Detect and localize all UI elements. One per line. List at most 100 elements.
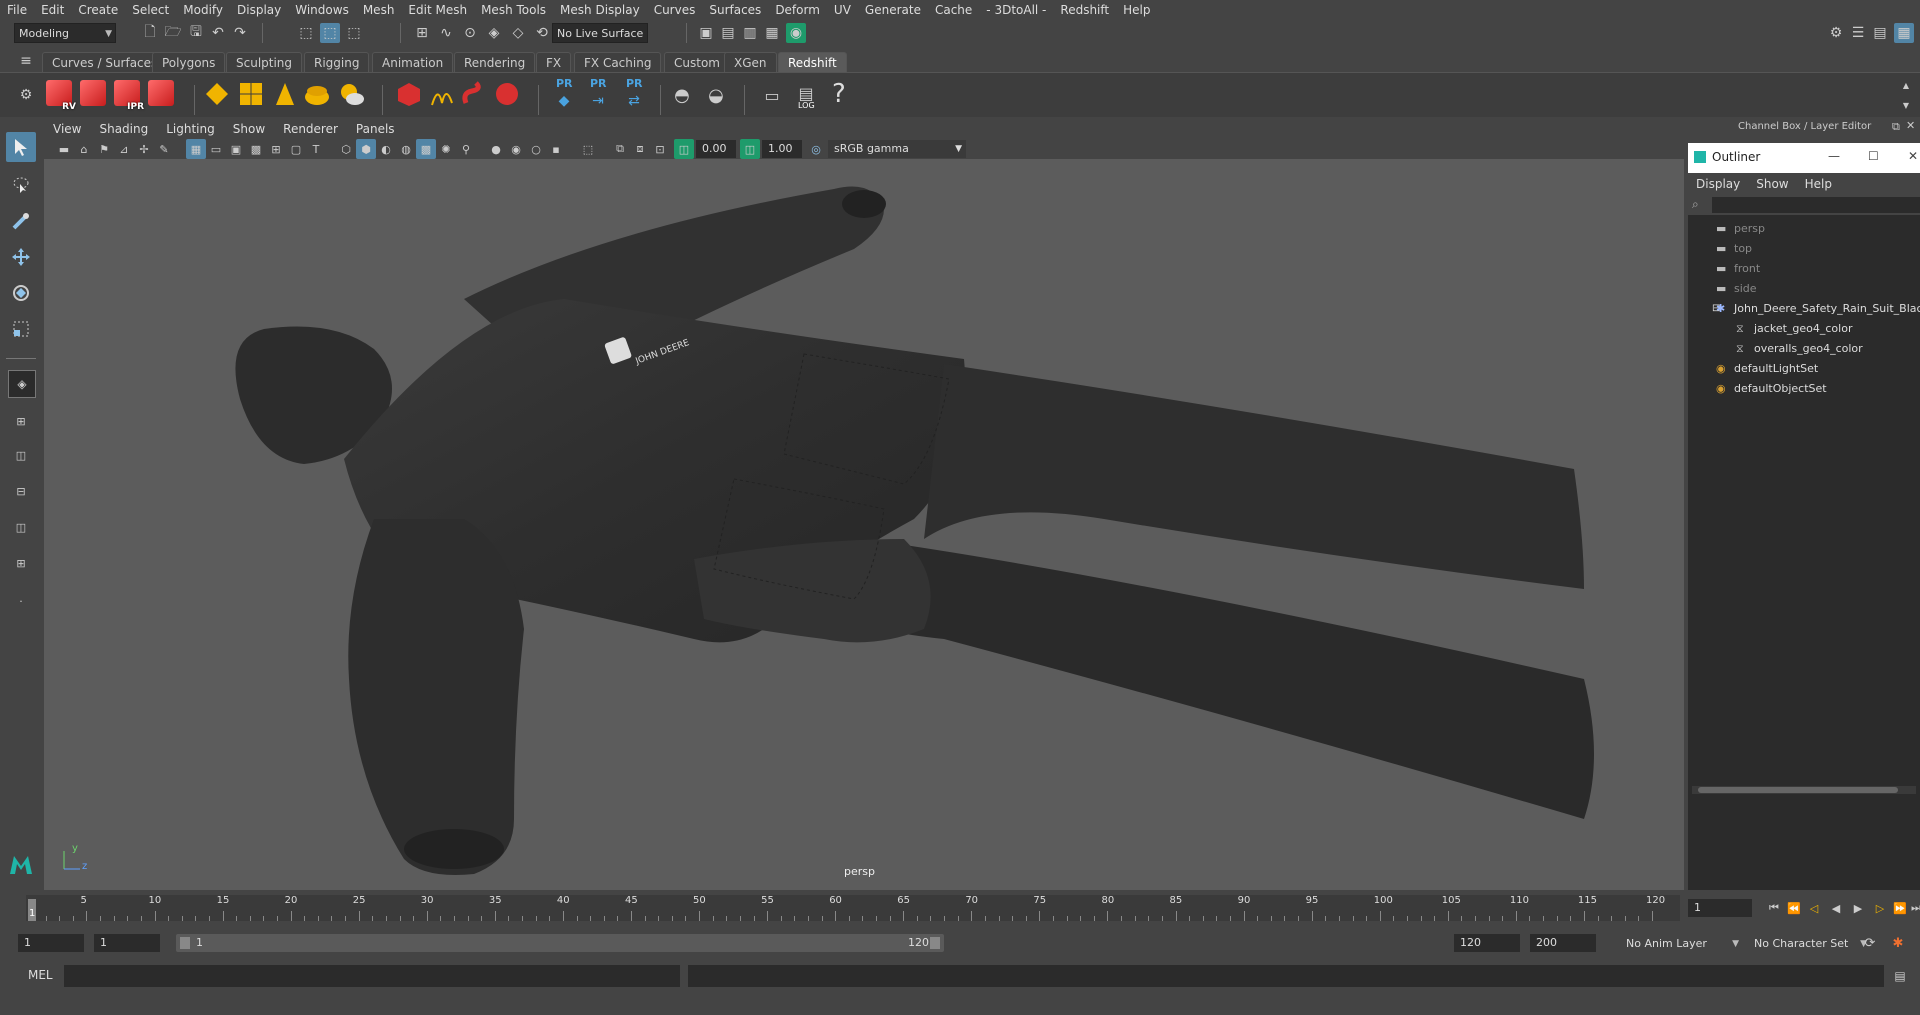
time-slider[interactable]: 5 10 15 20 25 30 35 40 45 50 55 60 65 70 75 80 85 90 95 100… — [0, 893, 1920, 923]
field-chart-icon[interactable]: ⊞ — [266, 139, 286, 159]
textured-icon[interactable]: ◍ — [396, 139, 416, 159]
image-plane-icon[interactable]: ⊿ — [114, 139, 134, 159]
step-back-key-icon[interactable]: ⏪ — [1784, 898, 1804, 918]
range-start-handle[interactable] — [180, 937, 190, 949]
outliner-item[interactable]: ▬ front — [1688, 259, 1920, 279]
scroll-down-icon[interactable]: ▼ — [1896, 95, 1916, 115]
time-slider-track[interactable]: 5 10 15 20 25 30 35 40 45 50 55 60 65 70 75 80 85 90 95 100… — [26, 895, 1680, 921]
outliner-item[interactable]: ◉ defaultLightSet — [1688, 359, 1920, 379]
step-forward-frame-icon[interactable]: ▷ — [1870, 898, 1890, 918]
menu-file[interactable]: File — [0, 0, 34, 20]
exposure-toggle-icon[interactable]: ◫ — [674, 139, 694, 159]
go-to-start-icon[interactable]: ⏮ — [1764, 898, 1784, 918]
open-scene-icon[interactable]: 🗁 — [163, 23, 183, 43]
outliner-search-input[interactable] — [1712, 197, 1920, 213]
depth-of-field-icon[interactable]: ▪ — [546, 139, 566, 159]
ambient-occlusion-icon[interactable]: ● — [486, 139, 506, 159]
menu-windows[interactable]: Windows — [288, 0, 356, 20]
attribute-editor-icon[interactable]: ▤ — [1870, 23, 1890, 43]
rain-suit-model[interactable]: JOHN DEERE — [44, 159, 1684, 890]
viewport-menu-view[interactable]: View — [44, 122, 90, 136]
color-management-icon[interactable]: ◎ — [806, 139, 826, 159]
range-end-handle[interactable] — [930, 937, 940, 949]
outliner-menu-show[interactable]: Show — [1748, 177, 1796, 191]
menu-modify[interactable]: Modify — [176, 0, 230, 20]
close-panel-icon[interactable]: ✕ — [1906, 119, 1915, 132]
anti-alias-icon[interactable]: ○ — [526, 139, 546, 159]
mode-dropdown[interactable]: Modeling ▼ — [14, 23, 116, 43]
script-editor-icon[interactable]: ▭ — [762, 85, 782, 105]
menu-3dtoall[interactable]: - 3DtoAll - — [979, 0, 1053, 20]
motion-blur-icon[interactable]: ◉ — [506, 139, 526, 159]
outliner-item[interactable]: ▬ persp — [1688, 219, 1920, 239]
xray-components-icon[interactable]: ⧈ — [630, 139, 650, 159]
play-forward-icon[interactable]: ▶ — [1848, 898, 1868, 918]
help-glyph[interactable]: ? — [832, 79, 846, 109]
select-by-component-icon[interactable]: ⬚ — [344, 23, 364, 43]
menu-help[interactable]: Help — [1116, 0, 1157, 20]
script-editor-icon[interactable]: ▤ — [1890, 966, 1910, 986]
select-by-hierarchy-icon[interactable]: ⬚ — [296, 23, 316, 43]
menu-edit[interactable]: Edit — [34, 0, 71, 20]
snap-live-icon[interactable]: ⟲ — [532, 23, 552, 43]
exposure-icon[interactable]: ⊡ — [650, 139, 670, 159]
material-bowl-icon[interactable]: ◓ — [672, 85, 692, 106]
snap-point-icon[interactable]: ⊙ — [460, 23, 480, 43]
redshift-proxy-icon[interactable] — [396, 81, 422, 107]
hypershade-layout-icon[interactable]: ⊞ — [6, 548, 36, 578]
float-panel-icon[interactable]: ⧉ — [1892, 120, 1900, 134]
menu-generate[interactable]: Generate — [858, 0, 928, 20]
menu-cache[interactable]: Cache — [928, 0, 979, 20]
snap-view-icon[interactable]: ◈ — [484, 23, 504, 43]
scale-tool-icon[interactable] — [6, 314, 36, 344]
shelf-tab-fx-caching[interactable]: FX Caching — [574, 52, 662, 72]
shelf-tab-polygons[interactable]: Polygons — [152, 52, 226, 72]
grid-light-icon[interactable] — [238, 81, 264, 107]
close-icon[interactable]: ✕ — [1908, 149, 1918, 163]
scrollbar-thumb[interactable] — [1698, 787, 1898, 793]
color-space-dropdown[interactable]: sRGB gamma ▼ — [828, 140, 966, 158]
redshift-volume-icon[interactable] — [460, 81, 486, 107]
menu-redshift[interactable]: Redshift — [1053, 0, 1116, 20]
menu-mesh-tools[interactable]: Mesh Tools — [474, 0, 553, 20]
use-all-lights-icon[interactable]: ▩ — [416, 139, 436, 159]
lasso-tool-icon[interactable] — [6, 170, 36, 200]
render-frame-icon[interactable]: ▤ — [718, 23, 738, 43]
end-time-field[interactable]: 200 — [1530, 934, 1596, 952]
spot-light-icon[interactable] — [272, 81, 298, 107]
redshift-render-view-icon[interactable]: RV — [46, 80, 76, 112]
xray-icon[interactable]: ⚲ — [456, 139, 476, 159]
shelf-menu-icon[interactable]: ≡ — [16, 51, 36, 71]
exposure-field[interactable]: 0.00 — [696, 140, 736, 158]
redshift-ipr-icon[interactable]: IPR — [114, 80, 144, 112]
menu-create[interactable]: Create — [71, 0, 125, 20]
gamma-toggle-icon[interactable]: ◫ — [740, 139, 760, 159]
wireframe-on-shaded-icon[interactable]: ◐ — [376, 139, 396, 159]
go-to-end-icon[interactable]: ⏭ — [1906, 898, 1920, 918]
rotate-tool-icon[interactable] — [6, 278, 36, 308]
safe-title-icon[interactable]: T — [306, 139, 326, 159]
move-tool-icon[interactable] — [6, 242, 36, 272]
grid-toggle-icon[interactable]: ▦ — [186, 139, 206, 159]
shelf-tab-custom[interactable]: Custom — [664, 52, 730, 72]
select-tool-icon[interactable] — [6, 132, 36, 162]
pr-export-icon[interactable]: ⇥ — [588, 91, 608, 111]
menu-deform[interactable]: Deform — [768, 0, 827, 20]
gate-mask-icon[interactable]: ▩ — [246, 139, 266, 159]
ipr-render-icon[interactable]: ▥ — [740, 23, 760, 43]
menu-display[interactable]: Display — [230, 0, 288, 20]
xray-joints-icon[interactable]: ⧉ — [610, 139, 630, 159]
single-perspective-layout-icon[interactable]: ◈ — [8, 370, 36, 398]
shelf-tab-rendering[interactable]: Rendering — [454, 52, 536, 72]
snap-curve-icon[interactable]: ∿ — [436, 23, 456, 43]
outliner-item[interactable]: ◉ defaultObjectSet — [1688, 379, 1920, 399]
material-bowl-2-icon[interactable]: ◒ — [706, 85, 726, 106]
snap-grid-icon[interactable]: ⊞ — [412, 23, 432, 43]
isolate-select-icon[interactable]: ⬚ — [578, 139, 598, 159]
menu-surfaces[interactable]: Surfaces — [702, 0, 768, 20]
gamma-field[interactable]: 1.00 — [762, 140, 802, 158]
redshift-sphere-icon[interactable] — [494, 81, 520, 107]
shelf-tab-xgen[interactable]: XGen — [724, 52, 777, 72]
2d-pan-icon[interactable]: ✢ — [134, 139, 154, 159]
current-frame-field[interactable]: 1 — [1688, 899, 1752, 917]
